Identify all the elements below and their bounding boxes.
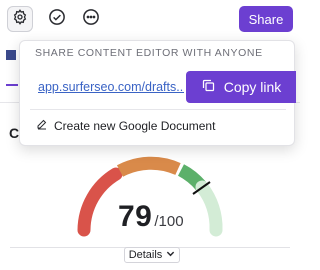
share-button[interactable]: Share [239,6,293,32]
details-toggle[interactable]: Details [124,247,180,263]
share-popup: SHARE CONTENT EDITOR WITH ANYONE app.sur… [19,40,296,146]
toolbar: Share [0,0,300,38]
details-label: Details [128,249,163,261]
share-link[interactable]: app.surferseo.com/drafts... [38,80,184,94]
chevron-down-icon [166,249,175,261]
flag-icon [6,50,16,60]
gauge-segment-remaining [195,180,223,237]
more-options-button[interactable] [78,6,104,32]
more-horizontal-icon [82,8,100,31]
divider [30,109,286,110]
gauge-segment-orange [116,156,181,177]
create-google-doc-label: Create new Google Document [54,118,216,133]
score-max: /100 [154,213,184,230]
copy-link-button[interactable]: Copy link [186,71,296,103]
check-circle-icon [48,8,66,31]
section-heading: C [9,125,20,141]
copy-icon [201,78,216,96]
pencil-icon [36,118,48,133]
score-display: 79 /100 [118,200,184,234]
score-value: 79 [118,200,153,233]
share-link-row: app.surferseo.com/drafts... Copy link [20,71,296,103]
active-tab-indicator [6,84,18,86]
gear-icon [12,8,28,30]
copy-link-label: Copy link [223,79,282,95]
create-google-doc-button[interactable]: Create new Google Document [36,118,215,133]
settings-button[interactable] [7,6,33,32]
mark-done-button[interactable] [44,6,70,32]
gauge-segment-red [77,167,123,237]
share-popup-title: SHARE CONTENT EDITOR WITH ANYONE [35,47,263,59]
